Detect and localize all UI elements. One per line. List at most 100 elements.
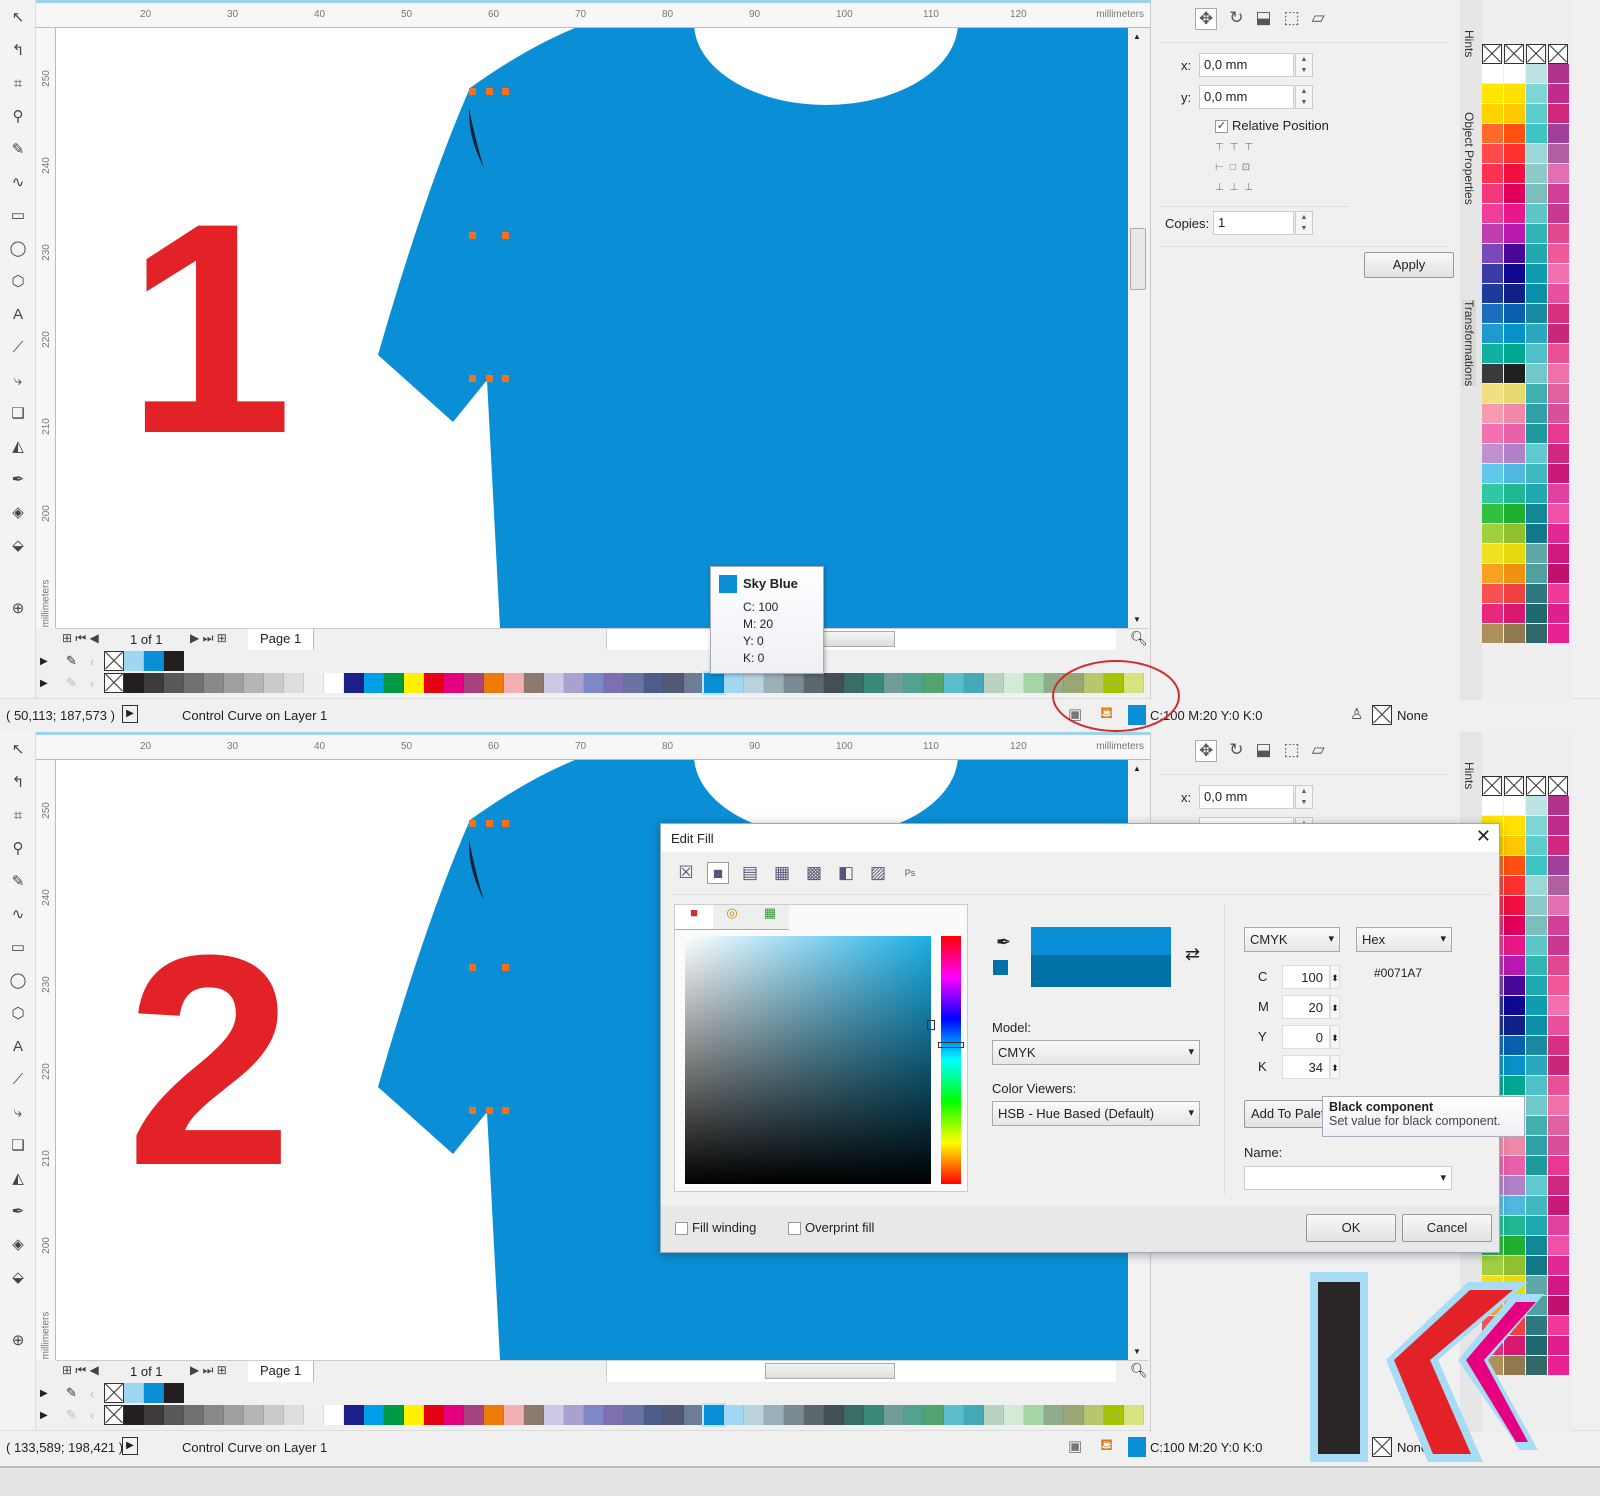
palette-swatch[interactable] (1548, 604, 1569, 623)
palette-swatch[interactable] (1504, 364, 1525, 383)
c-value-input[interactable]: 100 (1282, 965, 1330, 989)
connector-tool-icon[interactable]: ⤷ (6, 369, 30, 393)
add-tool-icon[interactable]: ⊕ (6, 597, 30, 621)
palette-swatch[interactable] (1526, 184, 1547, 203)
palette-swatch[interactable] (1482, 604, 1503, 623)
palette-swatch[interactable] (1548, 1176, 1569, 1195)
pick-tool-icon[interactable]: ↖ (6, 738, 30, 762)
tab-transformations[interactable]: Transformations (1462, 300, 1476, 387)
palette-swatch[interactable] (1482, 524, 1503, 543)
color-swatch[interactable] (144, 673, 164, 693)
palette-swatch[interactable] (1548, 1316, 1569, 1335)
color-swatch[interactable] (544, 673, 564, 693)
palette-swatch[interactable] (1526, 816, 1547, 835)
palette-swatch[interactable] (1548, 344, 1569, 363)
hue-slider-handle[interactable] (938, 1042, 964, 1048)
palette-swatch[interactable] (1482, 64, 1503, 83)
color-swatch[interactable] (224, 1405, 244, 1425)
k-value-input[interactable]: 34 (1282, 1055, 1330, 1079)
color-swatch[interactable] (604, 673, 624, 693)
x-position-input[interactable]: 0,0 mm (1199, 785, 1294, 809)
transparency-icon[interactable]: ◭ (6, 435, 30, 459)
fountain-fill-icon[interactable]: ▤ (739, 862, 761, 884)
palette-swatch[interactable] (1504, 344, 1525, 363)
palette-swatch[interactable] (1526, 284, 1547, 303)
palette-swatch[interactable] (1526, 1236, 1547, 1255)
k-spinner[interactable]: ⬍ (1330, 1055, 1340, 1079)
no-color-swatch[interactable] (1482, 44, 1502, 64)
color-swatch[interactable] (984, 1405, 1004, 1425)
palette-swatch[interactable] (1526, 164, 1547, 183)
palette-swatch[interactable] (1526, 364, 1547, 383)
palette-swatch[interactable] (1526, 836, 1547, 855)
color-swatch[interactable] (1084, 1405, 1104, 1425)
palette-swatch[interactable] (1504, 224, 1525, 243)
palette-swatch[interactable] (1504, 264, 1525, 283)
connector-tool-icon[interactable]: ⤷ (6, 1101, 30, 1125)
palette-swatch[interactable] (1504, 624, 1525, 643)
artistic-media-icon[interactable]: ∿ (6, 171, 30, 195)
palette-swatch[interactable] (1482, 204, 1503, 223)
palette-swatch[interactable] (1482, 144, 1503, 163)
palette-swatch[interactable] (1526, 1056, 1547, 1075)
palette-swatch[interactable] (1482, 404, 1503, 423)
palette-swatch[interactable] (1482, 104, 1503, 123)
tab-color-palettes[interactable]: ▦ (751, 905, 789, 929)
palette-swatch[interactable] (1548, 976, 1569, 995)
play-icon[interactable]: ▶ (122, 1437, 138, 1455)
palette-swatch[interactable] (1526, 1136, 1547, 1155)
palette-swatch[interactable] (1482, 364, 1503, 383)
palette-swatch[interactable] (1504, 584, 1525, 603)
palette-swatch[interactable] (1548, 444, 1569, 463)
uniform-fill-icon[interactable]: ■ (707, 862, 729, 884)
add-tool-icon[interactable]: ⊕ (6, 1329, 30, 1353)
zoom-tool-icon[interactable]: ⚲ (6, 105, 30, 129)
tab-hints[interactable]: Hints (1462, 30, 1476, 57)
color-swatch[interactable] (604, 1405, 624, 1425)
palette-swatch[interactable] (1526, 1176, 1547, 1195)
no-color-swatch[interactable] (1526, 44, 1546, 64)
eyedropper-icon[interactable]: ✎ (66, 675, 90, 691)
palette-swatch[interactable] (1548, 996, 1569, 1015)
color-swatch[interactable] (724, 1405, 744, 1425)
color-swatch[interactable] (702, 671, 726, 695)
color-swatch[interactable] (204, 673, 224, 693)
overprint-fill-checkbox[interactable]: Overprint fill (788, 1220, 874, 1236)
color-swatch[interactable] (664, 673, 684, 693)
palette-swatch[interactable] (1526, 64, 1547, 83)
scale-mirror-icon[interactable]: ⬓ (1256, 8, 1272, 30)
palette-swatch[interactable] (1548, 244, 1569, 263)
y-value-input[interactable]: 0 (1282, 1025, 1330, 1049)
color-swatch[interactable] (524, 673, 544, 693)
palette-swatch[interactable] (1482, 504, 1503, 523)
color-swatch[interactable] (464, 673, 484, 693)
palette-swatch[interactable] (1504, 1196, 1525, 1215)
x-spinner[interactable]: ▲ ▼ (1295, 53, 1313, 77)
drawing-canvas[interactable]: 1 (56, 28, 1128, 628)
crop-tool-icon[interactable]: ⌗ (6, 804, 30, 828)
palette-swatch[interactable] (1504, 184, 1525, 203)
palette-swatch[interactable] (1504, 876, 1525, 895)
palette-swatch[interactable] (1526, 224, 1547, 243)
palette-swatch[interactable] (1548, 1336, 1569, 1355)
palette-swatch[interactable] (1482, 424, 1503, 443)
palette-swatch[interactable] (1548, 1056, 1569, 1075)
color-swatch[interactable] (844, 673, 864, 693)
palette-swatch[interactable] (1504, 916, 1525, 935)
horizontal-ruler[interactable]: millimeters 20 30 40 50 60 70 80 90 100 110 120 (36, 0, 1150, 28)
palette-swatch[interactable] (1504, 104, 1525, 123)
color-swatch[interactable] (684, 673, 704, 693)
color-swatch[interactable] (684, 1405, 704, 1425)
palette-swatch[interactable] (1504, 164, 1525, 183)
palette-swatch[interactable] (1526, 896, 1547, 915)
palette-swatch[interactable] (1504, 604, 1525, 623)
palette-swatch[interactable] (1482, 796, 1503, 815)
palette-swatch[interactable] (1548, 1356, 1569, 1375)
eyedropper-icon[interactable]: ✎ (66, 1385, 90, 1401)
horizontal-scrollbar[interactable] (606, 629, 1116, 650)
palette-swatch[interactable] (1526, 444, 1547, 463)
palette-swatch[interactable] (1504, 324, 1525, 343)
palette-swatch[interactable] (1548, 1296, 1569, 1315)
texture-fill-icon[interactable]: ▨ (867, 862, 889, 884)
palette-swatch[interactable] (1504, 1216, 1525, 1235)
